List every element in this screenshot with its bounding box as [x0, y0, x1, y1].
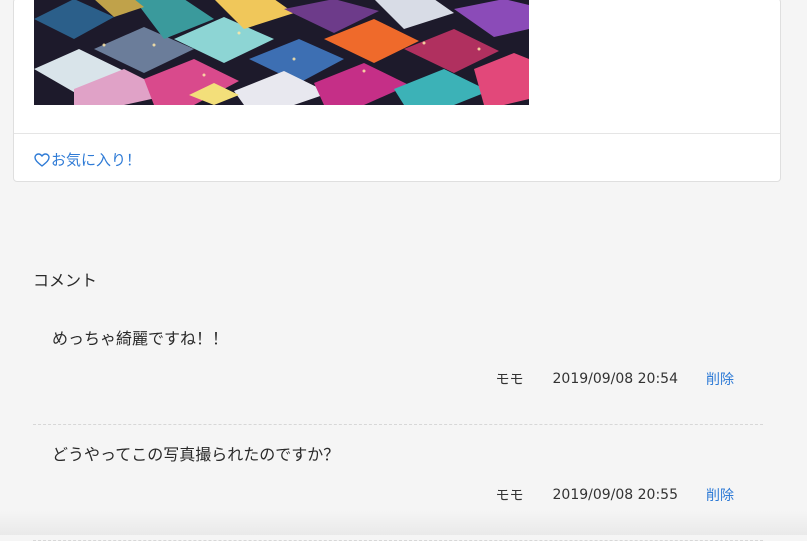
comment-author: モモ	[495, 372, 524, 388]
delete-comment-button[interactable]: 削除	[706, 369, 734, 389]
comment-body: どうやってこの写真撮られたのですか？	[52, 445, 340, 464]
post-card: お気に入り！	[13, 0, 781, 182]
comment-date: 2019/09/08 20:55	[552, 487, 679, 503]
favorite-button[interactable]: お気に入り！	[34, 149, 141, 170]
comments-heading: コメント	[33, 271, 98, 290]
comment-meta: モモ 2019/09/08 20:54 削除	[496, 369, 735, 389]
comment-body: めっちゃ綺麗ですね！！	[52, 329, 229, 348]
comment-item: どうやってこの写真撮られたのですか？ モモ 2019/09/08 20:55 削…	[33, 431, 763, 541]
post-card-footer: お気に入り！	[14, 133, 780, 181]
favorite-label: お気に入り！	[51, 151, 142, 169]
comment-date: 2019/09/08 20:54	[552, 371, 679, 387]
comment-author: モモ	[495, 488, 524, 504]
delete-comment-button[interactable]: 削除	[706, 485, 734, 505]
comment-meta: モモ 2019/09/08 20:55 削除	[496, 485, 735, 505]
heart-outline-icon	[34, 152, 51, 167]
post-photo	[34, 0, 529, 105]
comment-item: めっちゃ綺麗ですね！！ モモ 2019/09/08 20:54 削除	[33, 315, 763, 425]
